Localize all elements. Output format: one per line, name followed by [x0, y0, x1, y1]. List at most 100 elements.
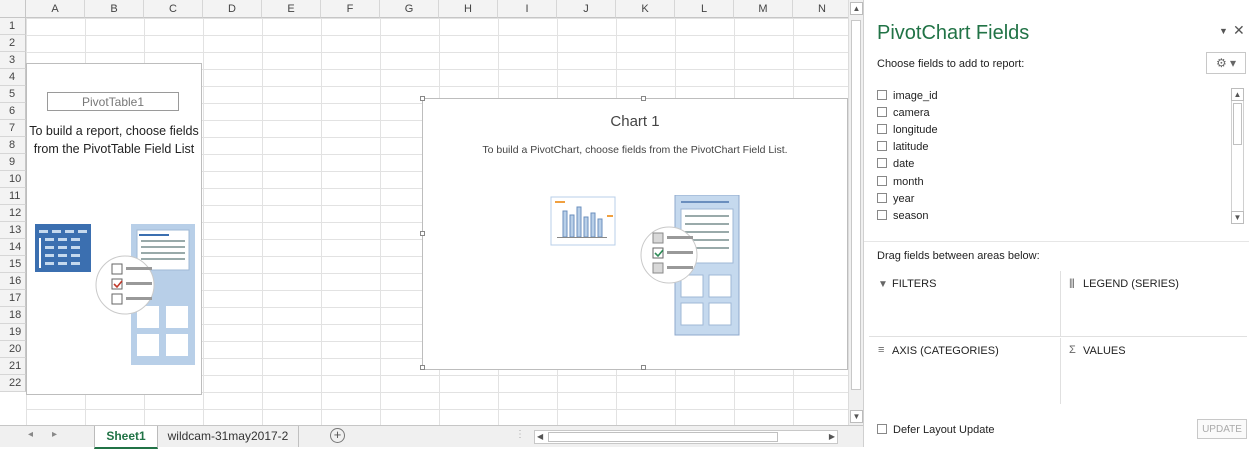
field-item-latitude[interactable]: latitude: [877, 139, 928, 156]
scroll-up-icon[interactable]: ▲: [1231, 88, 1244, 101]
row-header[interactable]: 18: [0, 307, 26, 324]
update-button[interactable]: UPDATE: [1197, 419, 1247, 439]
field-checkbox[interactable]: [877, 158, 887, 168]
resize-handle[interactable]: [641, 365, 646, 370]
sheet-tab-wildcam[interactable]: wildcam-31may2017-2: [158, 426, 299, 447]
row-header[interactable]: 13: [0, 222, 26, 239]
column-header[interactable]: G: [380, 0, 439, 18]
resize-handle[interactable]: [420, 365, 425, 370]
row-header[interactable]: 8: [0, 137, 26, 154]
defer-layout-update[interactable]: Defer Layout Update: [877, 424, 995, 436]
add-sheet-icon[interactable]: +: [330, 428, 345, 443]
defer-label: Defer Layout Update: [893, 424, 995, 436]
pivot-chart-placeholder[interactable]: Chart 1 To build a PivotChart, choose fi…: [420, 96, 848, 370]
column-header[interactable]: H: [439, 0, 498, 18]
field-item-longitude[interactable]: longitude: [877, 122, 938, 139]
resize-handle[interactable]: [420, 96, 425, 101]
defer-checkbox[interactable]: [877, 424, 887, 434]
sheet-horizontal-scrollbar[interactable]: ◀ ▶: [534, 430, 838, 444]
column-header[interactable]: I: [498, 0, 557, 18]
field-checkbox[interactable]: [877, 107, 887, 117]
scroll-thumb[interactable]: [1233, 103, 1242, 145]
tab-scroll-right-icon[interactable]: ▸: [52, 429, 57, 440]
column-header[interactable]: B: [85, 0, 144, 18]
axis-area[interactable]: ≡ AXIS (CATEGORIES): [869, 338, 1061, 404]
row-header[interactable]: 17: [0, 290, 26, 307]
split-handle-icon[interactable]: ⋮: [515, 429, 525, 440]
row-header[interactable]: 22: [0, 375, 26, 392]
row-header[interactable]: 14: [0, 239, 26, 256]
row-header[interactable]: 10: [0, 171, 26, 188]
legend-area[interactable]: ||| LEGEND (SERIES): [1061, 271, 1247, 337]
field-checkbox[interactable]: [877, 176, 887, 186]
resize-handle[interactable]: [641, 96, 646, 101]
scroll-down-icon[interactable]: ▼: [850, 410, 863, 423]
row-header[interactable]: 11: [0, 188, 26, 205]
field-checkbox[interactable]: [877, 124, 887, 134]
field-checkbox[interactable]: [877, 90, 887, 100]
field-checkbox[interactable]: [877, 141, 887, 151]
row-header[interactable]: 3: [0, 52, 26, 69]
worksheet-grid[interactable]: ABCDEFGHIJKLMN 1 2 3 4 5 6 7 8 9 10 11 12 13 14 15 16 17…: [0, 0, 848, 425]
legend-columns-icon: |||: [1069, 278, 1075, 289]
filters-area[interactable]: ▼ FILTERS: [869, 271, 1061, 337]
scroll-right-icon[interactable]: ▶: [829, 431, 835, 443]
row-header[interactable]: 15: [0, 256, 26, 273]
close-pane-icon[interactable]: ✕: [1233, 22, 1245, 39]
row-header[interactable]: 7: [0, 120, 26, 137]
tab-scroll-left-icon[interactable]: ◂: [28, 429, 33, 440]
field-item-year[interactable]: year: [877, 191, 914, 208]
row-header[interactable]: 9: [0, 154, 26, 171]
field-list-scrollbar[interactable]: ▲ ▼: [1231, 88, 1244, 224]
column-header[interactable]: E: [262, 0, 321, 18]
field-item-date[interactable]: date: [877, 156, 914, 173]
row-header[interactable]: 19: [0, 324, 26, 341]
field-checkbox[interactable]: [877, 210, 887, 220]
choose-fields-label: Choose fields to add to report:: [877, 58, 1025, 70]
column-header[interactable]: D: [203, 0, 262, 18]
field-item-month[interactable]: month: [877, 174, 924, 191]
row-header[interactable]: 2: [0, 35, 26, 52]
axis-rows-icon: ≡: [878, 344, 885, 356]
column-header[interactable]: F: [321, 0, 380, 18]
field-item-camera[interactable]: camera: [877, 105, 930, 122]
column-header[interactable]: M: [734, 0, 793, 18]
field-label: latitude: [893, 141, 929, 153]
scroll-up-icon[interactable]: ▲: [850, 2, 863, 15]
row-header[interactable]: 16: [0, 273, 26, 290]
column-header[interactable]: C: [144, 0, 203, 18]
row-header[interactable]: 6: [0, 103, 26, 120]
values-area[interactable]: Σ VALUES: [1061, 338, 1247, 404]
sheet-vertical-scrollbar[interactable]: ▲ ▼: [848, 0, 863, 425]
column-header[interactable]: A: [26, 0, 85, 18]
select-all-corner[interactable]: [0, 0, 26, 18]
field-item-season[interactable]: season: [877, 208, 928, 225]
row-header[interactable]: 5: [0, 86, 26, 103]
pivot-table-illustration-icon: [35, 224, 195, 365]
field-checkbox[interactable]: [877, 193, 887, 203]
row-header[interactable]: 1: [0, 18, 26, 35]
row-header[interactable]: 12: [0, 205, 26, 222]
column-header[interactable]: L: [675, 0, 734, 18]
pane-title: PivotChart Fields: [877, 22, 1030, 44]
chart-title: Chart 1: [610, 113, 660, 130]
row-header[interactable]: 4: [0, 69, 26, 86]
column-header[interactable]: K: [616, 0, 675, 18]
pivot-table-placeholder[interactable]: PivotTable1 To build a report, choose fi…: [26, 63, 202, 395]
scroll-down-icon[interactable]: ▼: [1231, 211, 1244, 224]
row-header[interactable]: 20: [0, 341, 26, 358]
scroll-left-icon[interactable]: ◀: [537, 431, 543, 443]
settings-gear-icon[interactable]: ⚙ ▾: [1206, 52, 1246, 74]
row-header[interactable]: 21: [0, 358, 26, 375]
field-label: season: [893, 210, 929, 222]
h-scroll-thumb[interactable]: [548, 432, 778, 442]
column-header[interactable]: J: [557, 0, 616, 18]
sheet-tab-sheet1[interactable]: Sheet1: [94, 426, 158, 449]
column-header[interactable]: N: [793, 0, 848, 18]
scroll-thumb[interactable]: [851, 20, 861, 390]
field-label: month: [893, 176, 924, 188]
pane-options-chevron-icon[interactable]: ▼: [1219, 26, 1228, 36]
field-item-image_id[interactable]: image_id: [877, 88, 938, 105]
resize-handle[interactable]: [420, 231, 425, 236]
filter-funnel-icon: ▼: [878, 279, 888, 290]
